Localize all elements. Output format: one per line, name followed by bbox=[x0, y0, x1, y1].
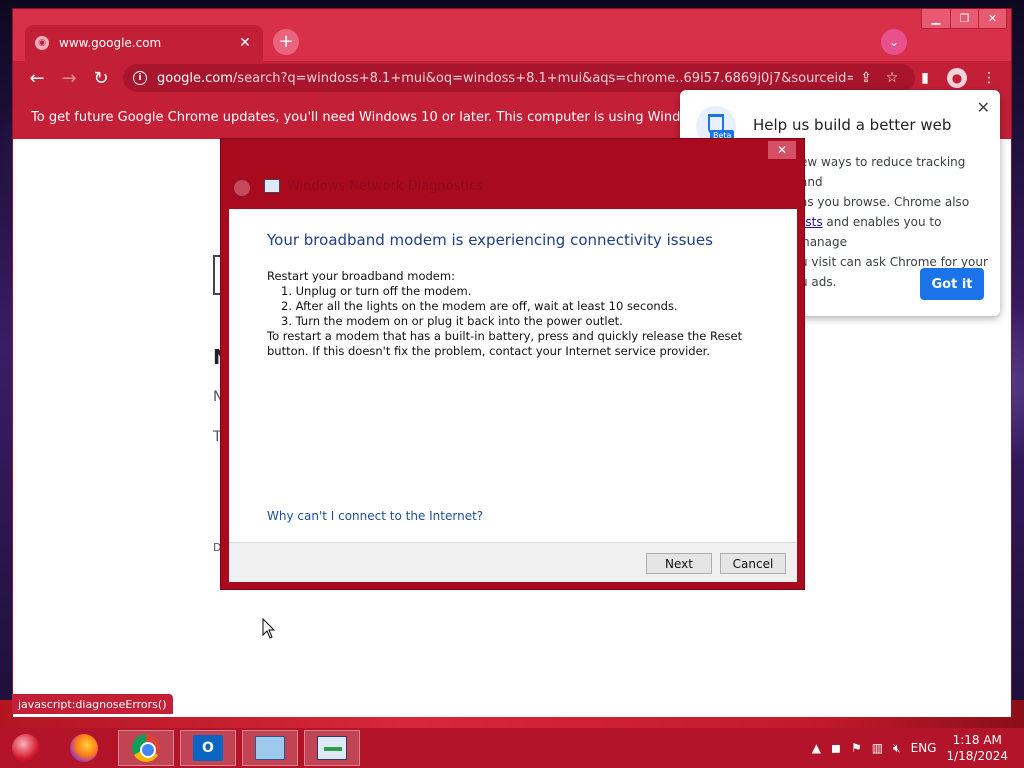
dialog-close-button[interactable]: ✕ bbox=[768, 141, 796, 159]
taskbar-outlook[interactable]: O bbox=[180, 730, 236, 766]
network-diagnostics-app-icon bbox=[264, 179, 280, 193]
instruction-step: 2. After all the lights on the modem are… bbox=[281, 299, 678, 313]
profile-button[interactable]: ● bbox=[945, 66, 969, 90]
close-window-icon[interactable]: ✕ bbox=[978, 9, 1006, 28]
back-arrow-icon[interactable]: ← bbox=[25, 66, 49, 90]
tab-search-chevron-icon[interactable]: ⌄ bbox=[881, 29, 907, 55]
instruction-step: 3. Turn the modem on or plug it back int… bbox=[281, 314, 623, 328]
network-warning-icon[interactable]: ▥ bbox=[872, 741, 883, 755]
site-info-icon[interactable]: i bbox=[133, 71, 147, 85]
instructions-intro: Restart your broadband modem: bbox=[267, 269, 455, 283]
got-it-button[interactable]: Got it bbox=[920, 268, 984, 300]
side-panel-icon[interactable]: ▮ bbox=[913, 66, 937, 90]
tab-close-icon[interactable]: ✕ bbox=[237, 35, 253, 51]
tray-overflow-chevron-icon[interactable]: ▲ bbox=[812, 741, 821, 755]
taskbar-network-control-panel[interactable] bbox=[242, 730, 298, 766]
start-orb-icon bbox=[12, 734, 40, 762]
dialog-title: Windows Network Diagnostics bbox=[287, 179, 484, 194]
dialog-footer: Next Cancel bbox=[229, 542, 797, 582]
tray-outlook-icon[interactable]: ◼ bbox=[831, 741, 841, 755]
popup-close-icon[interactable]: ✕ bbox=[977, 98, 990, 117]
taskbar-chrome[interactable] bbox=[118, 730, 174, 766]
restore-icon[interactable]: ❐ bbox=[950, 9, 978, 28]
minimize-icon[interactable]: ▁ bbox=[922, 9, 950, 28]
chrome-titlebar: ◉ www.google.com ✕ + ⌄ ▁ ❐ ✕ bbox=[13, 9, 1011, 61]
mouse-cursor-icon bbox=[262, 618, 276, 639]
network-diagnostics-icon bbox=[317, 736, 347, 760]
dialog-back-icon[interactable] bbox=[233, 179, 251, 197]
new-tab-button[interactable]: + bbox=[273, 29, 299, 55]
bookmark-star-icon[interactable]: ☆ bbox=[879, 70, 905, 86]
volume-muted-icon[interactable]: 🔇︎ bbox=[893, 741, 901, 756]
status-bubble: javascript:diagnoseErrors() bbox=[12, 694, 173, 714]
next-button[interactable]: Next bbox=[646, 553, 712, 574]
language-indicator[interactable]: ENG bbox=[911, 741, 937, 755]
clock[interactable]: 1:18 AM 1/18/2024 bbox=[946, 732, 1008, 764]
forward-arrow-icon[interactable]: → bbox=[57, 66, 81, 90]
cancel-button[interactable]: Cancel bbox=[720, 553, 786, 574]
window-controls: ▁ ❐ ✕ bbox=[921, 9, 1007, 29]
dialog-content-panel: Your broadband modem is experiencing con… bbox=[229, 209, 797, 582]
chrome-icon bbox=[132, 734, 160, 762]
globe-icon: ◉ bbox=[35, 36, 49, 50]
infobar-text: To get future Google Chrome updates, you… bbox=[31, 109, 735, 125]
action-center-flag-icon[interactable]: ⚑ bbox=[851, 741, 862, 755]
outlook-icon: O bbox=[193, 735, 223, 761]
dialog-heading: Your broadband modem is experiencing con… bbox=[267, 231, 713, 249]
reload-icon[interactable]: ↻ bbox=[89, 66, 113, 90]
popup-title: Help us build a better web bbox=[753, 116, 952, 134]
system-tray: ▲ ◼ ⚑ ▥ 🔇︎ ENG 1:18 AM 1/18/2024 bbox=[812, 728, 1024, 768]
clock-date: 1/18/2024 bbox=[946, 749, 1008, 763]
dialog-instructions: Restart your broadband modem: 1. Unplug … bbox=[267, 269, 777, 359]
tab-google[interactable]: ◉ www.google.com ✕ bbox=[25, 25, 263, 61]
share-icon[interactable]: ⇪ bbox=[853, 70, 879, 86]
network-diagnostics-dialog: ✕ Windows Network Diagnostics Your broad… bbox=[220, 138, 805, 590]
address-bar[interactable]: i google.com/search?q=windoss+8.1+mui&oq… bbox=[123, 64, 915, 92]
taskbar-firefox[interactable] bbox=[56, 730, 112, 766]
taskbar: O ▲ ◼ ⚑ ▥ 🔇︎ ENG 1:18 AM 1/18/2024 bbox=[0, 728, 1024, 768]
address-url[interactable]: google.com/search?q=windoss+8.1+mui&oq=w… bbox=[157, 71, 853, 86]
clock-time: 1:18 AM bbox=[952, 733, 1002, 747]
menu-kebab-icon[interactable]: ⋮ bbox=[977, 66, 1001, 90]
instructions-outro: To restart a modem that has a built-in b… bbox=[267, 329, 743, 358]
instructions-steps: 1. Unplug or turn off the modem. 2. Afte… bbox=[281, 284, 777, 329]
help-link[interactable]: Why can't I connect to the Internet? bbox=[267, 509, 483, 523]
taskbar-network-diagnostics[interactable] bbox=[304, 730, 360, 766]
tab-title: www.google.com bbox=[59, 36, 162, 50]
instruction-step: 1. Unplug or turn off the modem. bbox=[281, 284, 472, 298]
firefox-icon bbox=[70, 734, 98, 762]
control-panel-icon bbox=[255, 736, 285, 760]
start-button[interactable] bbox=[0, 730, 52, 766]
avatar-icon: ● bbox=[947, 68, 967, 88]
